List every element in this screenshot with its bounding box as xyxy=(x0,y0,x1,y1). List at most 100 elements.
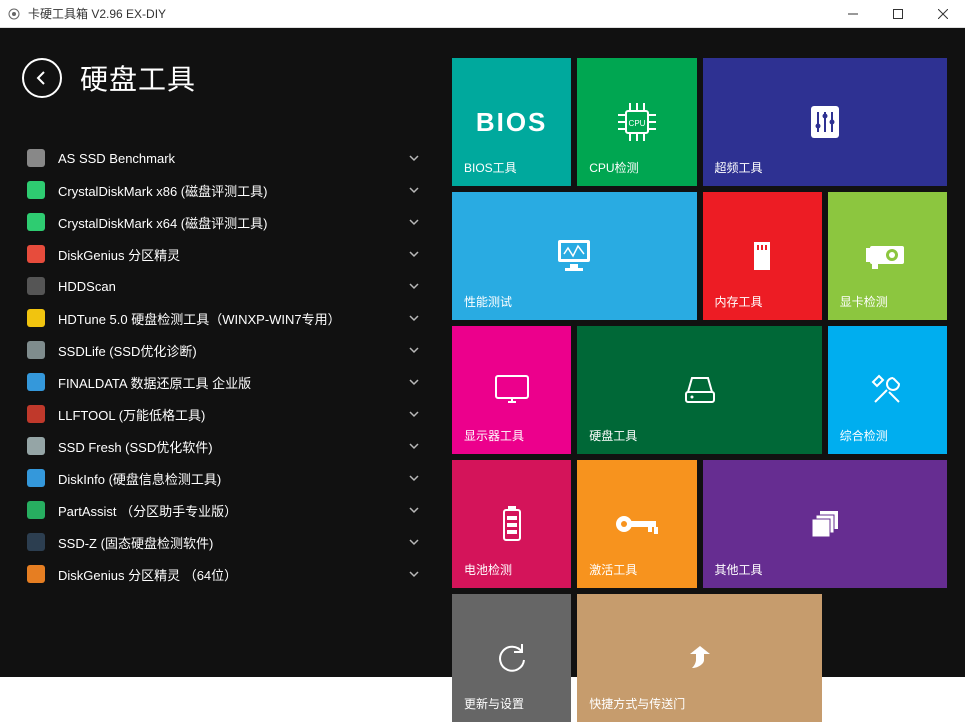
chevron-down-icon xyxy=(406,566,422,582)
tool-item[interactable]: FINALDATA 数据还原工具 企业版 xyxy=(22,366,426,398)
chevron-down-icon xyxy=(406,310,422,326)
tile-sliders[interactable]: 超频工具 xyxy=(703,58,948,186)
tool-icon xyxy=(26,340,46,360)
tool-item[interactable]: LLFTOOL (万能低格工具) xyxy=(22,398,426,430)
tool-icon xyxy=(26,180,46,200)
tile-label: 内存工具 xyxy=(715,293,763,310)
tool-item[interactable]: SSDLife (SSD优化诊断) xyxy=(22,334,426,366)
tile-label: 显示器工具 xyxy=(464,427,524,444)
tool-list: AS SSD Benchmark CrystalDiskMark x86 (磁盘评… xyxy=(22,142,426,657)
tile-refresh[interactable]: 更新与设置 xyxy=(452,594,571,722)
tile-label: 综合检测 xyxy=(840,427,888,444)
tile-monitor[interactable]: 性能测试 xyxy=(452,192,697,320)
chevron-down-icon xyxy=(406,246,422,262)
minimize-button[interactable] xyxy=(830,0,875,27)
titlebar: 卡硬工具箱 V2.96 EX-DIY xyxy=(0,0,965,28)
window-controls xyxy=(830,0,965,27)
tool-icon xyxy=(26,212,46,232)
tool-item[interactable]: SSD-Z (固态硬盘检测软件) xyxy=(22,526,426,558)
header-row: 硬盘工具 xyxy=(22,58,426,98)
tile-bios[interactable]: BIOSBIOS工具 xyxy=(452,58,571,186)
tool-item[interactable]: DiskGenius 分区精灵 （64位） xyxy=(22,558,426,590)
tool-label: AS SSD Benchmark xyxy=(58,151,406,166)
tool-item[interactable]: HDTune 5.0 硬盘检测工具（WINXP-WIN7专用） xyxy=(22,302,426,334)
page-title: 硬盘工具 xyxy=(80,58,196,98)
tile-cpu[interactable]: CPU CPU检测 xyxy=(577,58,696,186)
tool-label: CrystalDiskMark x86 (磁盘评测工具) xyxy=(58,181,406,200)
tile-sd[interactable]: 内存工具 xyxy=(703,192,822,320)
tool-item[interactable]: DiskGenius 分区精灵 xyxy=(22,238,426,270)
chevron-down-icon xyxy=(406,182,422,198)
tile-grid: BIOSBIOS工具 CPU CPU检测 超频工具性能测试 内存工具 显卡检测显示器工具 硬… xyxy=(452,58,947,722)
tile-label: 显卡检测 xyxy=(840,293,888,310)
tool-label: FINALDATA 数据还原工具 企业版 xyxy=(58,373,406,392)
tool-icon xyxy=(26,372,46,392)
chevron-down-icon xyxy=(406,470,422,486)
tool-label: CrystalDiskMark x64 (磁盘评测工具) xyxy=(58,213,406,232)
chevron-down-icon xyxy=(406,406,422,422)
tile-label: 更新与设置 xyxy=(464,695,524,712)
tool-label: HDDScan xyxy=(58,279,406,294)
chevron-down-icon xyxy=(406,374,422,390)
tile-tools[interactable]: 综合检测 xyxy=(828,326,947,454)
tool-label: SSD-Z (固态硬盘检测软件) xyxy=(58,533,406,552)
tile-gpu[interactable]: 显卡检测 xyxy=(828,192,947,320)
tile-key[interactable]: 激活工具 xyxy=(577,460,696,588)
tool-icon xyxy=(26,564,46,584)
tool-label: PartAssist （分区助手专业版） xyxy=(58,501,406,520)
chevron-down-icon xyxy=(406,438,422,454)
chevron-down-icon xyxy=(406,150,422,166)
tool-icon xyxy=(26,148,46,168)
tool-item[interactable]: SSD Fresh (SSD优化软件) xyxy=(22,430,426,462)
tile-label: BIOS工具 xyxy=(464,159,517,176)
close-button[interactable] xyxy=(920,0,965,27)
tile-label: 其他工具 xyxy=(715,561,763,578)
tile-battery[interactable]: 电池检测 xyxy=(452,460,571,588)
chevron-down-icon xyxy=(406,342,422,358)
tool-icon xyxy=(26,468,46,488)
tool-item[interactable]: DiskInfo (硬盘信息检测工具) xyxy=(22,462,426,494)
tool-item[interactable]: HDDScan xyxy=(22,270,426,302)
app-icon xyxy=(6,6,22,22)
chevron-down-icon xyxy=(406,534,422,550)
tool-label: DiskInfo (硬盘信息检测工具) xyxy=(58,469,406,488)
tile-panel: BIOSBIOS工具 CPU CPU检测 超频工具性能测试 内存工具 显卡检测显示器工具 硬… xyxy=(444,28,965,677)
tool-item[interactable]: AS SSD Benchmark xyxy=(22,142,426,174)
tile-label: 电池检测 xyxy=(464,561,512,578)
tile-hdd[interactable]: 硬盘工具 xyxy=(577,326,822,454)
tool-label: HDTune 5.0 硬盘检测工具（WINXP-WIN7专用） xyxy=(58,309,406,328)
tile-label: 激活工具 xyxy=(589,561,637,578)
tool-label: SSD Fresh (SSD优化软件) xyxy=(58,437,406,456)
back-button[interactable] xyxy=(22,58,62,98)
sidebar: 硬盘工具 AS SSD Benchmark CrystalDiskMark x86… xyxy=(0,28,444,677)
chevron-down-icon xyxy=(406,502,422,518)
tile-label: 快捷方式与传送门 xyxy=(589,695,685,712)
tile-label: 硬盘工具 xyxy=(589,427,637,444)
tile-screen[interactable]: 显示器工具 xyxy=(452,326,571,454)
tile-label: 超频工具 xyxy=(715,159,763,176)
tile-share[interactable]: 快捷方式与传送门 xyxy=(577,594,822,722)
window-title: 卡硬工具箱 V2.96 EX-DIY xyxy=(28,5,830,22)
chevron-down-icon xyxy=(406,278,422,294)
app-body: 硬盘工具 AS SSD Benchmark CrystalDiskMark x86… xyxy=(0,28,965,677)
tool-icon xyxy=(26,436,46,456)
tile-label: CPU检测 xyxy=(589,159,638,176)
tool-icon xyxy=(26,404,46,424)
tool-icon xyxy=(26,308,46,328)
tool-icon xyxy=(26,532,46,552)
tile-label: 性能测试 xyxy=(464,293,512,310)
tool-label: DiskGenius 分区精灵 （64位） xyxy=(58,565,406,584)
tile-stack[interactable]: 其他工具 xyxy=(703,460,948,588)
chevron-down-icon xyxy=(406,214,422,230)
tool-label: SSDLife (SSD优化诊断) xyxy=(58,341,406,360)
tool-label: DiskGenius 分区精灵 xyxy=(58,245,406,264)
tool-item[interactable]: CrystalDiskMark x86 (磁盘评测工具) xyxy=(22,174,426,206)
svg-text:CPU: CPU xyxy=(628,119,645,128)
tool-label: LLFTOOL (万能低格工具) xyxy=(58,405,406,424)
tool-item[interactable]: CrystalDiskMark x64 (磁盘评测工具) xyxy=(22,206,426,238)
tool-item[interactable]: PartAssist （分区助手专业版） xyxy=(22,494,426,526)
tool-icon xyxy=(26,500,46,520)
maximize-button[interactable] xyxy=(875,0,920,27)
tool-icon xyxy=(26,244,46,264)
tool-icon xyxy=(26,276,46,296)
